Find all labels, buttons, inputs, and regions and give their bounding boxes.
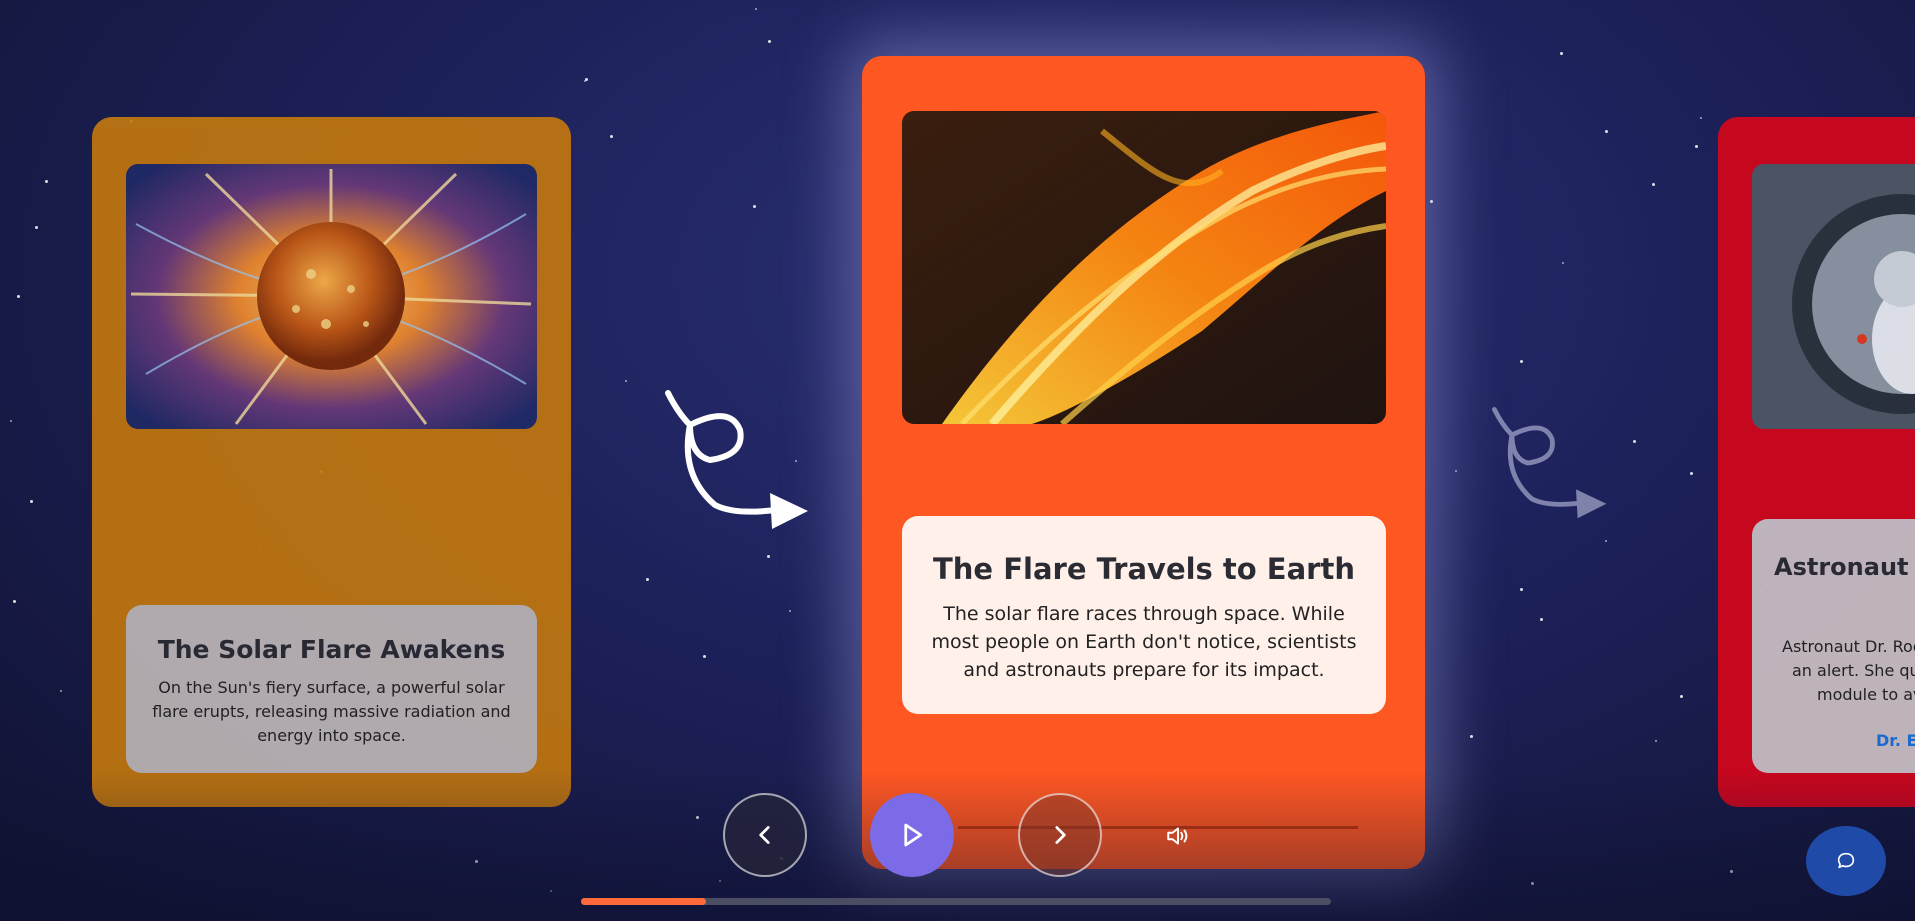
card-title-line: Ro — [1774, 585, 1915, 621]
card-title: The Solar Flare Awakens — [157, 635, 506, 664]
star — [719, 880, 721, 882]
volume-icon — [1167, 827, 1188, 845]
star — [1652, 183, 1655, 186]
story-progress-bar[interactable] — [581, 898, 1331, 905]
astronaut-illustration — [1752, 164, 1915, 429]
chat-button[interactable] — [1806, 826, 1886, 896]
star — [768, 40, 771, 43]
play-icon — [904, 823, 923, 847]
star — [1540, 618, 1543, 621]
card-description: Astronaut Dr. Roc an alert. She qui modu… — [1782, 635, 1915, 707]
star — [1455, 470, 1457, 472]
star — [585, 78, 588, 81]
volume-button[interactable] — [1162, 820, 1194, 852]
card-title-line: Astronaut — [1774, 553, 1909, 581]
star — [13, 600, 16, 603]
star — [17, 295, 20, 298]
star — [755, 8, 757, 10]
star — [1690, 472, 1693, 475]
star — [1520, 588, 1523, 591]
star — [1470, 735, 1473, 738]
card-description: The solar flare races through space. Whi… — [931, 603, 1357, 681]
chevron-left-icon — [759, 826, 770, 844]
star — [703, 655, 706, 658]
next-scene-arrow-icon — [1492, 407, 1607, 519]
star — [1655, 740, 1657, 742]
play-button[interactable] — [870, 793, 954, 877]
star — [1562, 262, 1564, 264]
star — [35, 226, 38, 229]
star — [646, 578, 649, 581]
card-title: The Flare Travels to Earth — [933, 552, 1355, 586]
previous-button[interactable] — [723, 793, 807, 877]
star — [1605, 130, 1608, 133]
solar-flare-illustration — [902, 111, 1386, 424]
star — [1531, 882, 1534, 885]
star — [1680, 695, 1683, 698]
sun-illustration — [126, 164, 537, 429]
star — [696, 816, 699, 819]
star — [1633, 440, 1636, 443]
story-card-current[interactable]: The Flare Travels to Earth The solar fla… — [862, 56, 1425, 869]
card-description: On the Sun's fiery surface, a powerful s… — [152, 678, 511, 745]
star — [610, 135, 613, 138]
star — [1430, 200, 1433, 203]
star — [767, 555, 770, 558]
star — [584, 80, 586, 82]
star — [10, 420, 12, 422]
star — [625, 380, 627, 382]
star — [1730, 870, 1733, 873]
star — [1560, 52, 1563, 55]
card-description-line: an alert. She qui — [1792, 661, 1915, 680]
next-button[interactable] — [1018, 793, 1102, 877]
star — [753, 205, 756, 208]
star — [475, 860, 478, 863]
star — [60, 690, 62, 692]
chevron-right-icon — [1055, 826, 1066, 844]
card-caption: The Flare Travels to Earth The solar fla… — [902, 516, 1386, 714]
star — [1700, 117, 1702, 119]
star — [30, 500, 33, 503]
card-caption: The Solar Flare Awakens On the Sun's fie… — [126, 605, 537, 773]
card-description-line: Astronaut Dr. Roc — [1782, 637, 1915, 656]
star — [550, 890, 552, 892]
next-scene-arrow-icon — [665, 390, 808, 529]
star — [1520, 360, 1523, 363]
chat-icon — [1837, 852, 1855, 869]
star — [1605, 540, 1607, 542]
card-title: Astronaut Ro — [1752, 549, 1915, 621]
story-card-previous[interactable]: The Solar Flare Awakens On the Sun's fie… — [92, 117, 571, 807]
card-caption: Astronaut Ro Astronaut Dr. Roc an alert.… — [1752, 519, 1915, 773]
star — [45, 180, 48, 183]
card-author: Dr. El — [1876, 731, 1915, 750]
story-card-next[interactable]: Astronaut Ro Astronaut Dr. Roc an alert.… — [1718, 117, 1915, 807]
card-description-line: module to av — [1817, 685, 1915, 704]
star — [789, 610, 791, 612]
star — [1695, 145, 1698, 148]
story-progress-fill — [581, 898, 707, 905]
